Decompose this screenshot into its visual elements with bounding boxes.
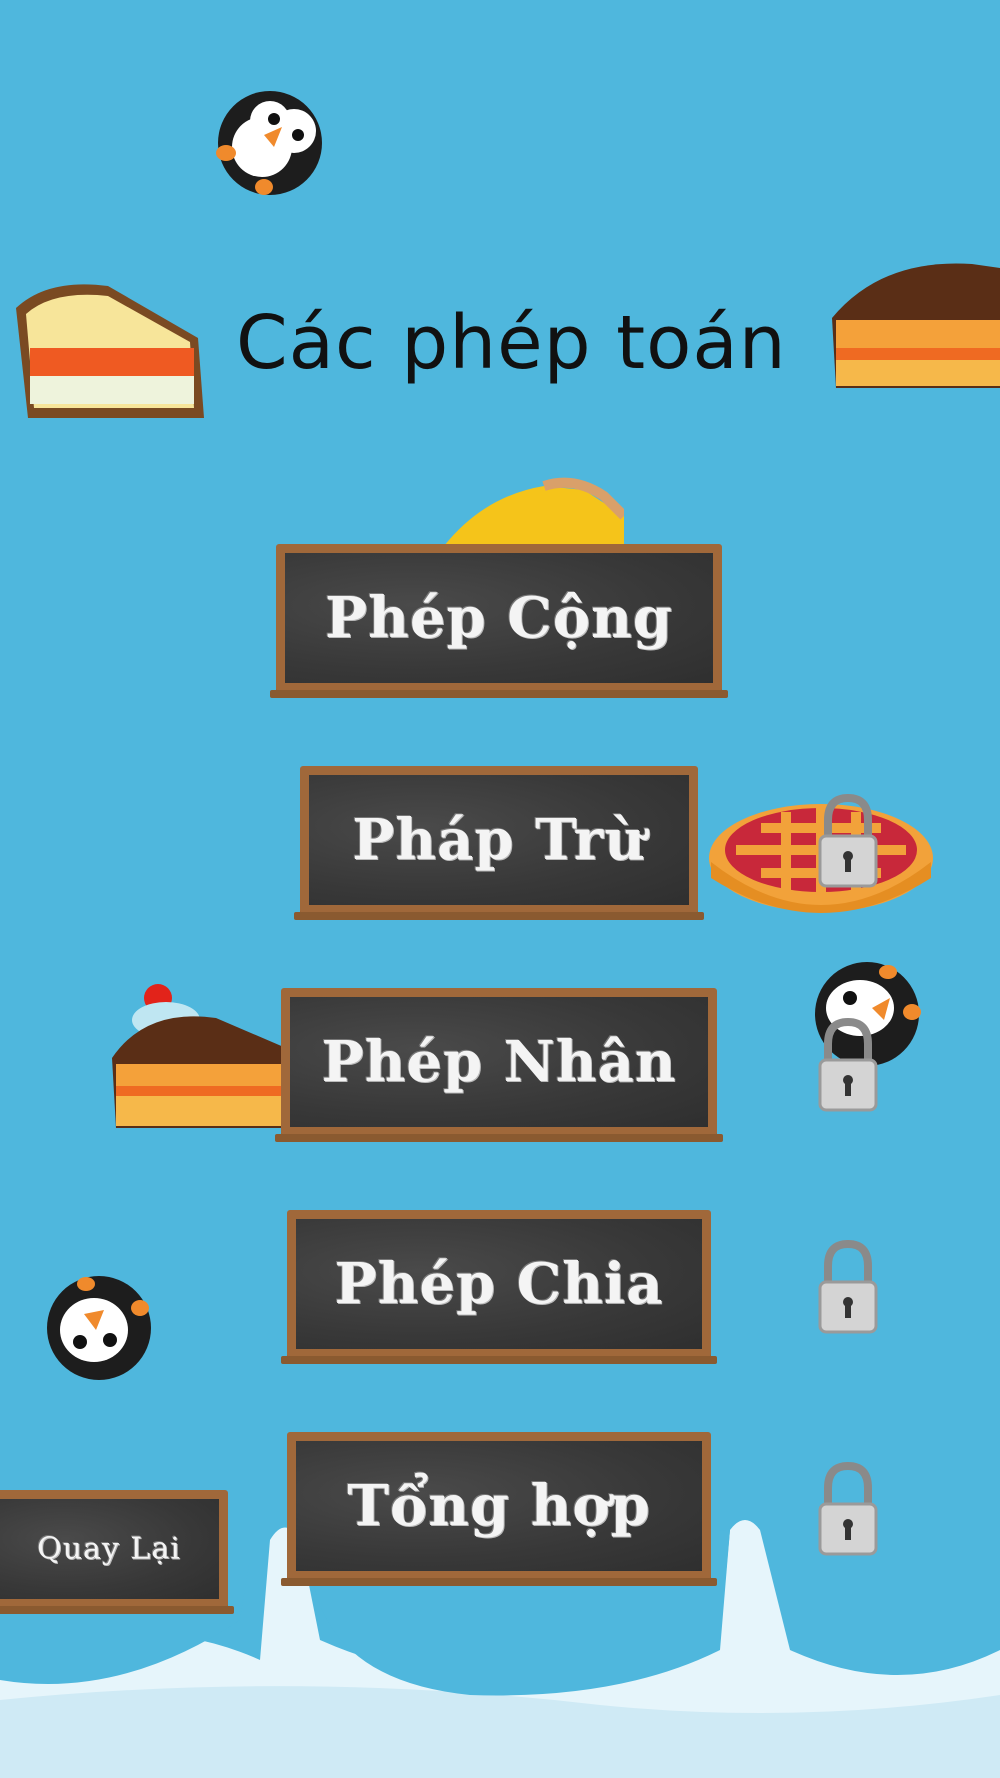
back-label: Quay Lại <box>37 1531 181 1567</box>
chalk-ledge <box>270 690 728 698</box>
penguin-icon <box>216 91 322 195</box>
mixed-label: Tổng hợp <box>347 1473 651 1539</box>
cake-icon <box>16 284 204 418</box>
chalk-ledge <box>281 1578 717 1586</box>
lock-icon <box>818 1018 878 1112</box>
lock-icon <box>818 1462 878 1556</box>
cake-icon <box>112 984 286 1128</box>
chalk-ledge <box>294 912 704 920</box>
lock-icon <box>818 794 878 888</box>
division-button[interactable]: Phép Chia <box>281 1210 717 1364</box>
page-title: Các phép toán <box>236 300 787 386</box>
addition-button[interactable]: Phép Cộng <box>270 544 728 698</box>
chalk-ledge <box>275 1134 723 1142</box>
cake-icon <box>444 477 624 546</box>
addition-label: Phép Cộng <box>325 585 673 651</box>
multiplication-button[interactable]: Phép Nhân <box>275 988 723 1142</box>
chalk-ledge <box>281 1356 717 1364</box>
subtraction-button[interactable]: Pháp Trừ <box>294 766 704 920</box>
mixed-button[interactable]: Tổng hợp <box>281 1432 717 1586</box>
lock-icon <box>818 1240 878 1334</box>
division-label: Phép Chia <box>334 1251 664 1317</box>
back-button[interactable]: Quay Lại <box>0 1490 234 1614</box>
game-screen: Các phép toán Phép Cộng Pháp Trừ Phép Nh… <box>0 0 1000 1778</box>
chalk-ledge <box>0 1606 234 1614</box>
penguin-icon <box>47 1276 151 1380</box>
cake-icon <box>832 263 1000 388</box>
multiplication-label: Phép Nhân <box>321 1029 677 1095</box>
subtraction-label: Pháp Trừ <box>352 807 646 873</box>
